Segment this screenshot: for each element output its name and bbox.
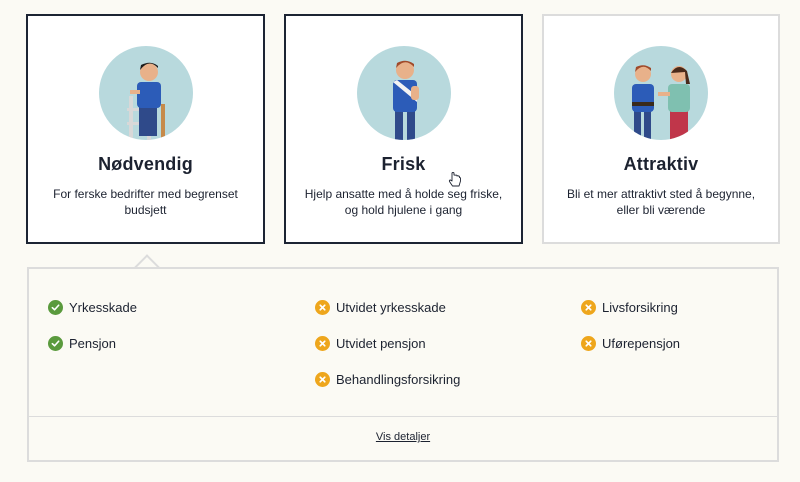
panel-divider (29, 416, 777, 417)
plan-description: Bli et mer attraktivt sted å begynne, el… (566, 187, 756, 217)
coverage-column-2: Utvidet yrkesskade Utvidet pensjon Behan… (315, 289, 460, 397)
x-icon (581, 299, 596, 315)
show-details-link[interactable]: Vis detaljer (376, 431, 430, 443)
plan-title: Nødvendig (98, 154, 193, 174)
check-icon (48, 299, 63, 315)
coverage-column-1: Yrkesskade Pensjon (48, 289, 137, 361)
coverage-item: Pensjon (48, 325, 137, 361)
plan-card-frisk[interactable]: Frisk Hjelp ansatte med å holde seg fris… (284, 14, 523, 244)
coverage-item: Behandlingsforsikring (315, 361, 460, 397)
coverage-item: Uførepensjon (581, 325, 680, 361)
x-icon (581, 335, 596, 351)
hand-pointer-icon (448, 172, 461, 187)
plan-description: For ferske bedrifter med begrenset budsj… (53, 187, 238, 217)
ladder-worker-illustration (98, 46, 193, 140)
x-icon (315, 371, 330, 387)
check-icon (48, 335, 63, 351)
coverage-item: Utvidet yrkesskade (315, 289, 460, 325)
x-icon (315, 335, 330, 351)
coverage-item: Yrkesskade (48, 289, 137, 325)
coverage-panel: Yrkesskade Pensjon Utvidet yrkesskade Ut… (27, 267, 779, 462)
two-people-illustration (614, 46, 708, 140)
plan-card-attraktiv[interactable]: Attraktiv Bli et mer attraktivt sted å b… (542, 14, 780, 244)
coverage-column-3: Livsforsikring Uførepensjon (581, 289, 680, 361)
x-icon (315, 299, 330, 315)
sling-worker-illustration (356, 46, 451, 140)
coverage-item: Utvidet pensjon (315, 325, 460, 361)
plan-title: Frisk (381, 154, 426, 174)
plan-card-nodvendig[interactable]: Nødvendig For ferske bedrifter med begre… (26, 14, 265, 244)
coverage-item: Livsforsikring (581, 289, 680, 325)
plan-title: Attraktiv (623, 154, 699, 174)
details-row: Vis detaljer (29, 431, 777, 443)
plan-description: Hjelp ansatte med å holde seg friske, og… (304, 187, 503, 217)
